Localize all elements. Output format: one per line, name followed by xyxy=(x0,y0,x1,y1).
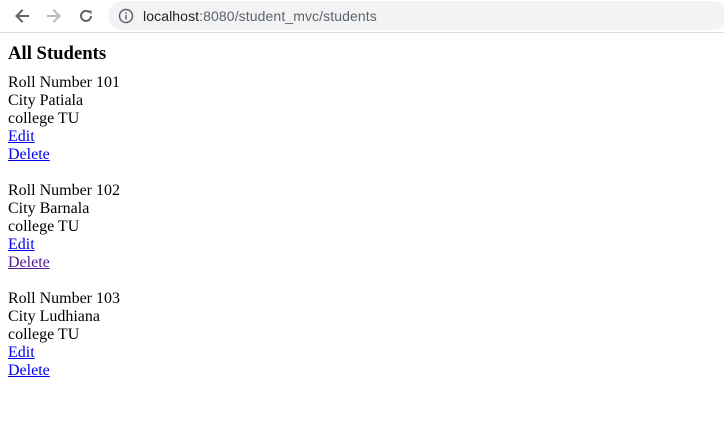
reload-button[interactable] xyxy=(73,3,99,29)
info-icon[interactable] xyxy=(118,8,134,24)
college-label: college xyxy=(8,218,55,235)
url-path: :8080/student_mvc/students xyxy=(199,7,377,24)
college-line: college TU xyxy=(8,218,716,236)
page-title: All Students xyxy=(8,43,107,64)
college-value: TU xyxy=(57,218,80,235)
roll-number-label: Roll Number xyxy=(8,182,92,199)
city-line: City Patiala xyxy=(8,92,716,110)
city-label: City xyxy=(8,92,36,109)
reload-icon xyxy=(78,8,94,24)
arrow-right-icon xyxy=(46,8,62,24)
url-host: localhost xyxy=(143,7,200,24)
roll-number-label: Roll Number xyxy=(8,290,92,307)
city-value: Barnala xyxy=(39,200,90,217)
city-value: Ludhiana xyxy=(39,308,100,325)
roll-number-value: 103 xyxy=(96,290,120,307)
browser-toolbar: localhost:8080/student_mvc/students xyxy=(0,0,724,33)
city-line: City Ludhiana xyxy=(8,308,716,326)
city-line: City Barnala xyxy=(8,200,716,218)
delete-link[interactable]: Delete xyxy=(8,362,50,380)
city-label: City xyxy=(8,308,36,325)
page-content: All Students Roll Number 101 City Patial… xyxy=(0,43,724,380)
roll-number-value: 102 xyxy=(96,182,120,199)
college-value: TU xyxy=(57,326,80,343)
college-label: college xyxy=(8,326,55,343)
arrow-left-icon xyxy=(14,8,30,24)
college-line: college TU xyxy=(8,326,716,344)
student-record: Roll Number 103 City Ludhiana college TU… xyxy=(8,290,716,380)
url-text[interactable]: localhost:8080/student_mvc/students xyxy=(143,8,377,24)
delete-link[interactable]: Delete xyxy=(8,146,50,164)
address-bar[interactable]: localhost:8080/student_mvc/students xyxy=(108,1,724,30)
roll-number-line: Roll Number 103 xyxy=(8,290,716,308)
roll-number-label: Roll Number xyxy=(8,74,92,91)
city-value: Patiala xyxy=(39,92,84,109)
edit-link[interactable]: Edit xyxy=(8,236,35,254)
roll-number-value: 101 xyxy=(96,74,120,91)
edit-link[interactable]: Edit xyxy=(8,128,35,146)
college-line: college TU xyxy=(8,110,716,128)
student-record: Roll Number 102 City Barnala college TU … xyxy=(8,182,716,272)
college-label: college xyxy=(8,110,55,127)
college-value: TU xyxy=(57,110,80,127)
delete-link[interactable]: Delete xyxy=(8,254,50,272)
forward-button[interactable] xyxy=(41,3,67,29)
roll-number-line: Roll Number 101 xyxy=(8,74,716,92)
back-button[interactable] xyxy=(9,3,35,29)
student-record: Roll Number 101 City Patiala college TU … xyxy=(8,74,716,164)
edit-link[interactable]: Edit xyxy=(8,344,35,362)
roll-number-line: Roll Number 102 xyxy=(8,182,716,200)
city-label: City xyxy=(8,200,36,217)
